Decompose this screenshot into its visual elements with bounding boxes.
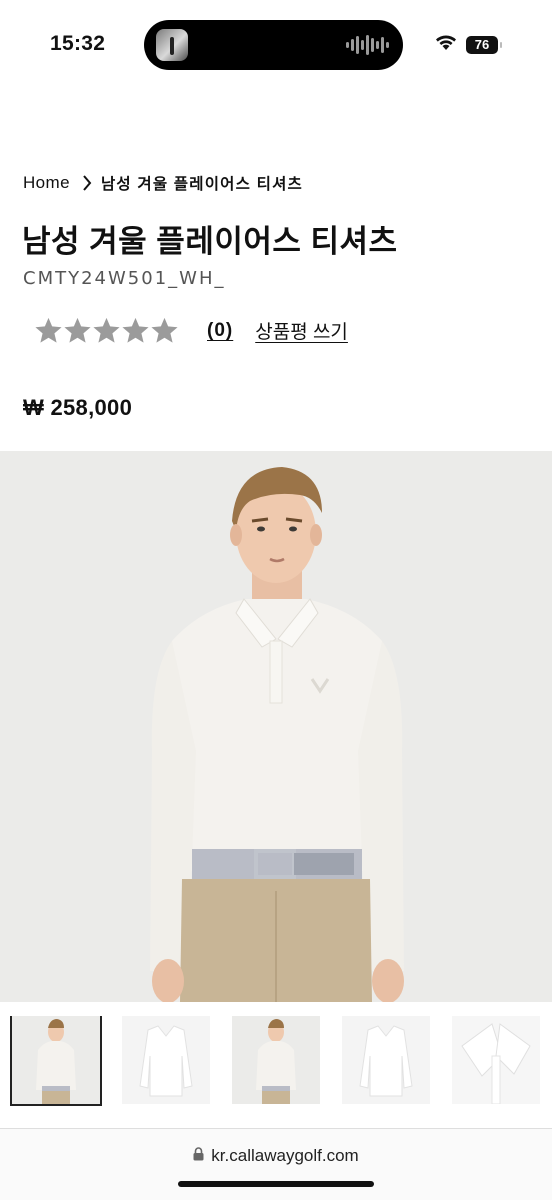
url-text: kr.callawaygolf.com bbox=[211, 1146, 359, 1165]
shirt-thumbnail bbox=[342, 1016, 430, 1104]
shirt-thumbnail bbox=[122, 1016, 210, 1104]
lock-icon bbox=[193, 1146, 204, 1166]
model-thumbnail bbox=[232, 1016, 320, 1104]
star-rating bbox=[34, 316, 179, 345]
breadcrumb-home-link[interactable]: Home bbox=[23, 173, 70, 193]
star-icon bbox=[93, 317, 120, 343]
url-field[interactable]: kr.callawaygolf.com bbox=[0, 1146, 552, 1166]
status-time: 15:32 bbox=[50, 32, 106, 55]
breadcrumb-current: 남성 겨울 플레이어스 티셔츠 bbox=[100, 176, 303, 193]
status-right: 76 bbox=[434, 33, 502, 56]
dynamic-island[interactable] bbox=[144, 20, 403, 70]
thumbnail-4[interactable] bbox=[342, 1016, 430, 1104]
home-indicator[interactable] bbox=[178, 1181, 374, 1187]
star-icon bbox=[151, 317, 178, 343]
battery-icon: 76 bbox=[466, 35, 502, 54]
star-icon bbox=[122, 317, 149, 343]
audio-waveform-icon bbox=[346, 35, 389, 55]
wifi-icon bbox=[434, 33, 458, 56]
thumbnail-5[interactable] bbox=[452, 1016, 540, 1104]
model-photo bbox=[0, 451, 552, 1002]
product-code: CMTY24W501_WH_ bbox=[23, 268, 226, 289]
star-icon bbox=[35, 317, 62, 343]
status-bar: 15:32 76 bbox=[0, 0, 552, 90]
thumbnail-2[interactable] bbox=[122, 1016, 210, 1104]
thumbnail-3[interactable] bbox=[232, 1016, 320, 1104]
breadcrumb: Home 남성 겨울 플레이어스 티셔츠 bbox=[23, 172, 303, 194]
product-title: 남성 겨울 플레이어스 티셔츠 bbox=[22, 224, 398, 259]
browser-address-bar: kr.callawaygolf.com bbox=[0, 1128, 552, 1200]
thumbnail-1[interactable] bbox=[10, 1016, 102, 1106]
main-product-image[interactable] bbox=[0, 451, 552, 1002]
rating-row: (0) 상품평 쓰기 bbox=[34, 316, 348, 345]
product-price: ₩ 258,000 bbox=[23, 395, 133, 420]
now-playing-thumbnail-icon bbox=[156, 29, 188, 61]
review-count-link[interactable]: (0) bbox=[207, 320, 233, 342]
star-icon bbox=[64, 317, 91, 343]
collar-thumbnail bbox=[452, 1016, 540, 1104]
thumbnail-strip bbox=[0, 1016, 552, 1116]
chevron-right-icon bbox=[82, 174, 92, 192]
write-review-link[interactable]: 상품평 쓰기 bbox=[255, 317, 348, 344]
model-thumbnail bbox=[12, 1016, 100, 1104]
